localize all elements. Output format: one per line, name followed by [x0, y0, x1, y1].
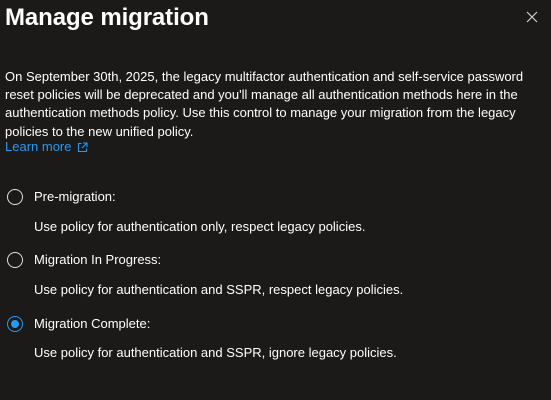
option-description-pre-migration: Use policy for authentication only, resp…	[34, 219, 366, 234]
option-label-migration-in-progress: Migration In Progress:	[34, 252, 162, 267]
radio-option-migration-complete[interactable]: Migration Complete:	[7, 315, 150, 333]
learn-more-label: Learn more	[5, 139, 72, 154]
external-link-icon	[77, 141, 89, 153]
option-description-migration-in-progress: Use policy for authentication and SSPR, …	[34, 282, 404, 297]
radio-button-pre-migration[interactable]	[7, 189, 23, 205]
option-label-pre-migration: Pre-migration:	[34, 189, 116, 204]
close-icon	[526, 11, 538, 23]
learn-more-link[interactable]: Learn more	[5, 138, 89, 156]
migration-description: On September 30th, 2025, the legacy mult…	[5, 69, 524, 139]
radio-button-migration-in-progress[interactable]	[7, 252, 23, 268]
radio-option-migration-in-progress[interactable]: Migration In Progress:	[7, 251, 161, 269]
radio-option-pre-migration[interactable]: Pre-migration:	[7, 188, 116, 206]
close-button[interactable]	[522, 7, 542, 27]
radio-button-migration-complete[interactable]	[7, 316, 23, 332]
panel-title: Manage migration	[5, 4, 209, 31]
option-description-migration-complete: Use policy for authentication and SSPR, …	[34, 345, 397, 360]
option-label-migration-complete: Migration Complete:	[34, 316, 151, 331]
